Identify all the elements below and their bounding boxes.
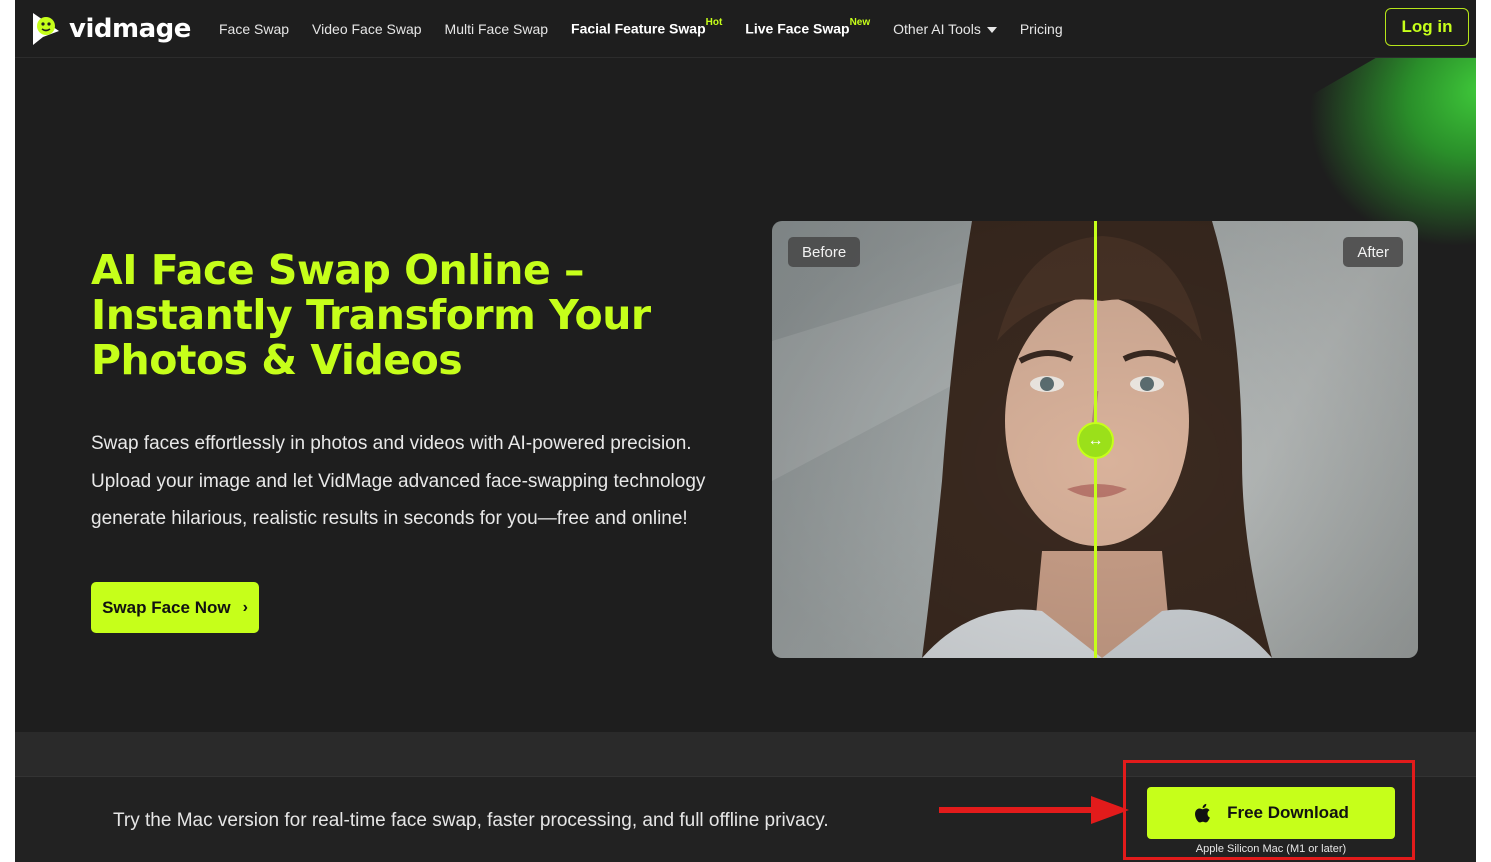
top-nav: vidmage Face Swap Video Face Swap Multi … [15,0,1476,58]
nav-pricing[interactable]: Pricing [1020,21,1063,37]
hero-title-line: Photos & Videos [91,336,463,384]
nav-multi-face-swap[interactable]: Multi Face Swap [445,21,548,37]
free-download-button[interactable]: Free Download [1147,787,1395,839]
chevron-right-icon: › [242,598,248,616]
before-after-comparison[interactable]: Before After ↔ [772,221,1418,658]
mac-banner-text: Try the Mac version for real-time face s… [113,810,829,831]
apple-icon [1195,803,1210,823]
vidmage-logo-icon [33,13,59,45]
nav-live-face-swap-label: Live Face Swap [745,20,850,37]
nav-other-ai-tools[interactable]: Other AI Tools [893,21,997,37]
after-label: After [1343,237,1403,267]
red-arrow-annotation [939,796,1129,824]
new-badge: New [849,17,871,29]
hero-desc-line: Upload your image and let VidMage advanc… [91,470,706,492]
logo[interactable]: vidmage [29,9,191,49]
download-requirement-text: Apple Silicon Mac (M1 or later) [1195,843,1347,855]
caret-down-icon [986,26,997,33]
hero-desc-line: generate hilarious, realistic results in… [91,508,688,529]
swap-face-now-label: Swap Face Now [102,597,231,617]
page: vidmage Face Swap Video Face Swap Multi … [15,0,1476,862]
nav-links: Face Swap Video Face Swap Multi Face Swa… [219,0,1086,57]
hero-title-line: AI Face Swap Online – [91,246,585,294]
nav-facial-feature-swap[interactable]: Facial Feature SwapHot [571,17,723,37]
nav-video-face-swap[interactable]: Video Face Swap [312,21,421,37]
brand-name: vidmage [69,14,191,44]
hero-description: Swap faces effortlessly in photos and vi… [91,425,751,538]
nav-other-ai-tools-label: Other AI Tools [893,20,981,37]
hot-badge: Hot [705,17,723,29]
free-download-label: Free Download [1227,803,1349,822]
before-label: Before [788,237,861,267]
left-right-arrows-icon: ↔ [1087,431,1104,449]
hero-title-line: Instantly Transform Your [91,291,651,339]
hero-title: AI Face Swap Online – Instantly Transfor… [91,248,711,383]
swap-face-now-button[interactable]: Swap Face Now › [91,582,259,633]
login-button[interactable]: Log in [1385,8,1469,46]
compare-slider-handle[interactable]: ↔ [1077,422,1114,459]
nav-face-swap[interactable]: Face Swap [219,21,289,37]
nav-facial-feature-swap-label: Facial Feature Swap [571,20,706,37]
nav-live-face-swap[interactable]: Live Face SwapNew [745,17,871,37]
hero-desc-line: Swap faces effortlessly in photos and vi… [91,433,692,454]
